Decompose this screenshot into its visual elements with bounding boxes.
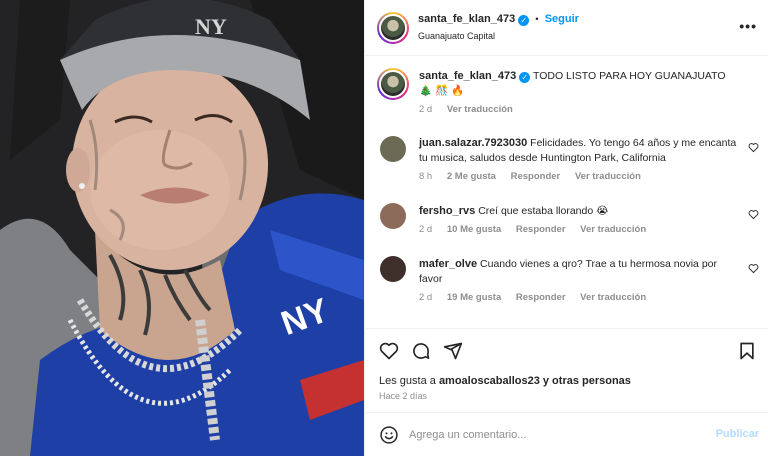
comments-list[interactable]: santa_fe_klan_473 ✓ TODO LISTO PARA HOY G… xyxy=(365,56,768,328)
post-time-ago[interactable]: Hace 2 días xyxy=(379,391,427,401)
author-username[interactable]: santa_fe_klan_473 xyxy=(418,13,515,25)
comment-like-heart-icon[interactable] xyxy=(748,142,759,153)
reply-button[interactable]: Responder xyxy=(511,171,561,182)
comment-icon[interactable] xyxy=(411,341,431,361)
author-avatar[interactable] xyxy=(377,12,409,44)
translate-link[interactable]: Ver traducción xyxy=(580,224,646,235)
caption-author-avatar[interactable] xyxy=(377,68,409,100)
post-photo[interactable]: NY NY xyxy=(0,0,364,456)
comment-item: mafer_olve Cuando vienes a qro? Trae a t… xyxy=(419,257,739,287)
verified-badge-icon: ✓ xyxy=(519,72,531,83)
selfie-illustration: NY NY xyxy=(0,0,364,456)
heart-icon[interactable] xyxy=(379,341,399,361)
emoji-icon[interactable] xyxy=(379,425,399,445)
comment-like-heart-icon[interactable] xyxy=(748,263,759,274)
comment-username[interactable]: juan.salazar.7923030 xyxy=(419,137,527,149)
comment-composer: Publicar xyxy=(365,412,768,456)
post-header: santa_fe_klan_473 ✓ • Seguir Guanajuato C… xyxy=(365,0,768,56)
separator-dot: • xyxy=(535,14,539,25)
verified-badge-icon: ✓ xyxy=(518,15,530,26)
comment-meta: 2 d 10 Me gusta Responder Ver traducción xyxy=(419,224,658,235)
liker-username[interactable]: amoaloscaballos23 xyxy=(439,375,540,387)
comment-item: juan.salazar.7923030 Felicidades. Yo ten… xyxy=(419,136,739,166)
comment-avatar[interactable] xyxy=(380,203,406,229)
comment-avatar[interactable] xyxy=(380,256,406,282)
comment-meta: 8 h 2 Me gusta Responder Ver traducción xyxy=(419,171,653,182)
comment-item: fersho_rvs Creí que estaba llorando 😭 xyxy=(419,204,739,219)
likes-prefix: Les gusta a xyxy=(379,375,439,387)
caption-time[interactable]: 2 d xyxy=(419,104,432,115)
comment-likes[interactable]: 10 Me gusta xyxy=(447,224,501,235)
reply-button[interactable]: Responder xyxy=(516,224,566,235)
comment-time[interactable]: 8 h xyxy=(419,171,432,182)
more-options-icon[interactable]: ••• xyxy=(739,18,757,34)
comment-time[interactable]: 2 d xyxy=(419,292,432,303)
comment-text: Creí que estaba llorando 😭 xyxy=(478,205,609,217)
comment-likes[interactable]: 19 Me gusta xyxy=(447,292,501,303)
post-location[interactable]: Guanajuato Capital xyxy=(418,31,495,41)
svg-text:NY: NY xyxy=(195,14,227,39)
comment-avatar[interactable] xyxy=(380,136,406,162)
comment-time[interactable]: 2 d xyxy=(419,224,432,235)
bookmark-icon[interactable] xyxy=(737,341,757,361)
caption: santa_fe_klan_473 ✓ TODO LISTO PARA HOY G… xyxy=(419,69,739,99)
reply-button[interactable]: Responder xyxy=(516,292,566,303)
translate-link[interactable]: Ver traducción xyxy=(575,171,641,182)
likes-suffix[interactable]: y otras personas xyxy=(540,375,631,387)
caption-translate-link[interactable]: Ver traducción xyxy=(447,104,513,115)
likes-summary: Les gusta a amoaloscaballos23 y otras pe… xyxy=(379,375,631,387)
comment-username[interactable]: fersho_rvs xyxy=(419,205,475,217)
comment-username[interactable]: mafer_olve xyxy=(419,258,477,270)
share-icon[interactable] xyxy=(443,341,463,361)
caption-meta: 2 d Ver traducción xyxy=(419,104,525,115)
post-detail-panel: santa_fe_klan_473 ✓ • Seguir Guanajuato C… xyxy=(364,0,768,456)
post-actions: Les gusta a amoaloscaballos23 y otras pe… xyxy=(365,328,768,410)
follow-button[interactable]: Seguir xyxy=(545,13,579,25)
publish-button[interactable]: Publicar xyxy=(716,428,759,440)
translate-link[interactable]: Ver traducción xyxy=(580,292,646,303)
comment-like-heart-icon[interactable] xyxy=(748,209,759,220)
comment-input[interactable] xyxy=(409,425,699,445)
caption-username[interactable]: santa_fe_klan_473 xyxy=(419,70,516,82)
comment-likes[interactable]: 2 Me gusta xyxy=(447,171,496,182)
comment-meta: 2 d 19 Me gusta Responder Ver traducción xyxy=(419,292,658,303)
